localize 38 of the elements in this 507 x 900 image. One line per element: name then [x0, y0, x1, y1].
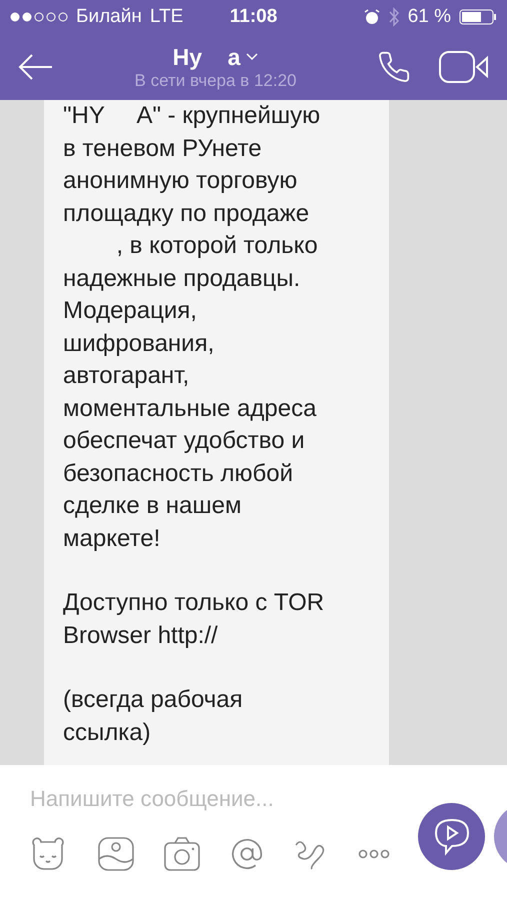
contact-name[interactable]: Ну а: [172, 44, 240, 70]
battery-icon: [459, 9, 498, 25]
message-line: надежные продавцы.: [63, 264, 302, 294]
more-button[interactable]: [358, 849, 390, 859]
last-seen-text: В сети вчера в 12:20: [134, 70, 296, 90]
message-line: Browser http://: [63, 620, 219, 650]
message-line: безопасность любой: [63, 458, 294, 488]
clock: 11:08: [230, 6, 278, 28]
camera-button[interactable]: [164, 837, 200, 871]
battery-percent: 61 %: [408, 6, 452, 28]
message-line: ссылка): [63, 718, 152, 748]
video-call-button[interactable]: [439, 51, 489, 83]
message-line: сделке в нашем: [63, 491, 242, 521]
call-button[interactable]: [377, 50, 411, 84]
message-line: Модерация,: [63, 296, 198, 326]
message-line: моментальные адреса: [63, 394, 318, 424]
speech-bubble-play-icon[interactable]: [434, 818, 470, 856]
message-line: маркете!: [63, 524, 162, 554]
message-line: автогарант,: [63, 361, 190, 391]
carrier-name: Билайн: [76, 6, 142, 28]
message-line: "HY A" - крупнейшую: [63, 101, 322, 131]
network-type: LTE: [150, 6, 184, 28]
message-line: Доступно только с TOR: [63, 588, 326, 618]
message-line: обеспечат удобство и: [63, 426, 306, 456]
gallery-button[interactable]: [98, 837, 134, 871]
bluetooth-icon: [388, 7, 400, 27]
signal-icon: [10, 12, 68, 22]
message-line: (всегда рабочая: [63, 685, 244, 715]
message-line: анонимную торговую: [63, 166, 298, 196]
back-button[interactable]: [18, 54, 54, 80]
message-input[interactable]: Напишите сообщение...: [28, 785, 392, 813]
alarm-icon: [364, 9, 380, 25]
message-line: шифрования,: [63, 328, 216, 358]
message-line: площадку по продаже: [63, 198, 310, 228]
mention-button[interactable]: [230, 837, 264, 871]
message-line: , в которой только: [115, 231, 319, 261]
chevron-down-icon[interactable]: [246, 53, 258, 61]
message-line: в теневом РУнете: [63, 134, 263, 164]
